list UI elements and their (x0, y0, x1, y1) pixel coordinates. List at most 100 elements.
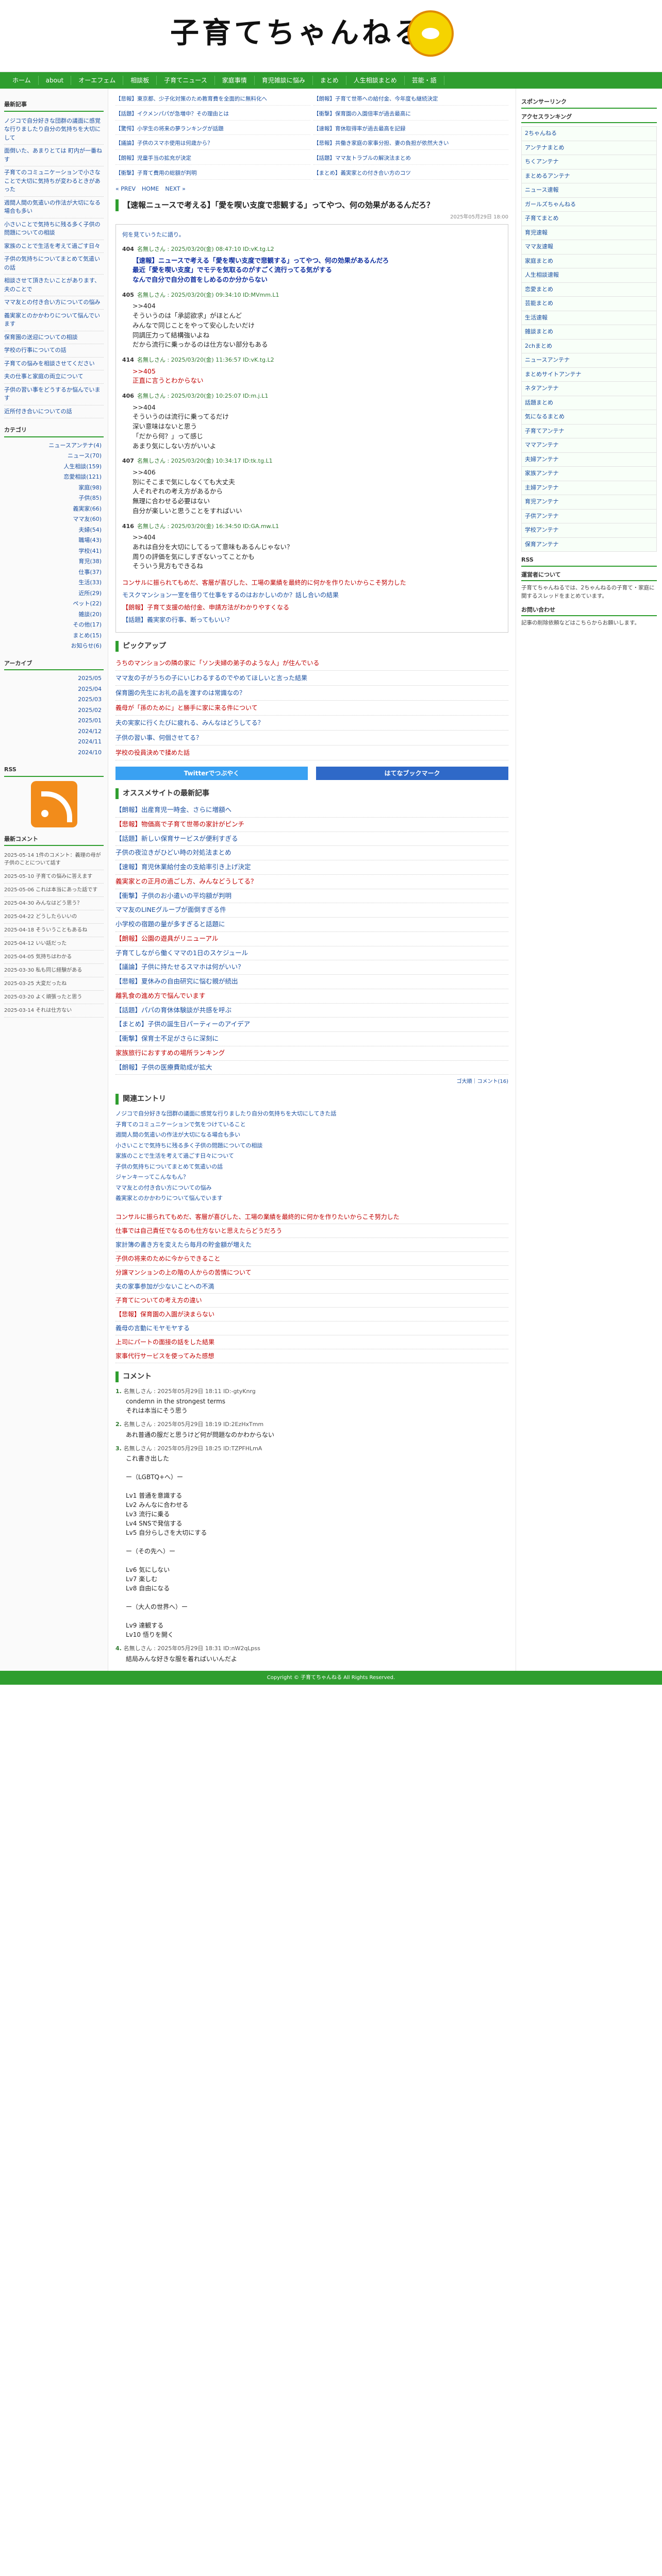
pickup-link[interactable]: 子供の習い事、何個させてる？ (115, 731, 508, 745)
recent-comment[interactable]: 2025-03-30 私も同じ経験がある (4, 964, 104, 977)
nav-item-4[interactable]: 子育てニュース (157, 76, 215, 85)
antenna-link[interactable]: 夫婦アンテナ (521, 452, 657, 466)
recent-comment[interactable]: 2025-04-22 どうしたらいいの (4, 910, 104, 924)
osusume-link[interactable]: 【話題】新しい保育サービスが便利すぎる (115, 832, 508, 846)
nav-item-8[interactable]: 人生相談まとめ (346, 76, 405, 85)
pickup-link[interactable]: うちのマンションの隣の家に「ソン夫婦の弟子のような人」が住んでいる (115, 656, 508, 671)
related-link-2[interactable]: 夫の家事参加が少ないことへの不満 (115, 1280, 508, 1294)
recent-comment[interactable]: 2025-03-14 それは仕方ない (4, 1004, 104, 1018)
category-link[interactable]: 仕事(37) (4, 567, 104, 578)
related-link-2[interactable]: 分譲マンションの上の階の人からの苦情について (115, 1266, 508, 1280)
latest-post-link[interactable]: 小さいことで気持ちに残る多く子供の問題についての相談 (4, 218, 104, 240)
antenna-link[interactable]: 恋愛まとめ (521, 282, 657, 296)
category-link[interactable]: 人生相談(159) (4, 462, 104, 472)
antenna-link[interactable]: ネタアンテナ (521, 381, 657, 396)
latest-post-link[interactable]: 保育園の送迎についての相談 (4, 331, 104, 344)
recent-comment[interactable]: 2025-03-25 大変だったね (4, 977, 104, 991)
antenna-link[interactable]: 2ちゃんねる (521, 126, 657, 141)
antenna-link[interactable]: 育児アンテナ (521, 495, 657, 509)
article-meta[interactable]: ゴ大順｜コメント(16) (115, 1078, 508, 1086)
promo-link[interactable]: 【議論】子供のスマホ使用は何歳から？ (115, 138, 310, 150)
recent-comment[interactable]: 2025-04-12 いい話だった (4, 937, 104, 951)
latest-post-link[interactable]: 子供の気持ちについてまとめて気遣いの話 (4, 253, 104, 275)
category-link[interactable]: 夫婦(54) (4, 525, 104, 536)
latest-post-link[interactable]: 夫の仕事と家庭の両立について (4, 370, 104, 384)
related-link-2[interactable]: 義母の言動にモヤモヤする (115, 1321, 508, 1335)
nav-item-2[interactable]: オーエフェム (71, 76, 124, 85)
category-link[interactable]: まとめ(15) (4, 631, 104, 641)
nav-item-1[interactable]: about (39, 76, 72, 85)
related-link[interactable]: 小さいことで気持ちに残る多く子供の問題についての相談 (115, 1141, 508, 1151)
nav-item-9[interactable]: 芸能・語 (405, 76, 444, 85)
antenna-link[interactable]: まとめるアンテナ (521, 168, 657, 183)
category-link[interactable]: お知らせ(6) (4, 641, 104, 652)
category-link[interactable]: 学校(41) (4, 546, 104, 557)
antenna-link[interactable]: 生活速報 (521, 310, 657, 325)
osusume-link[interactable]: 【話題】パパの育休体験談が共感を呼ぶ (115, 1004, 508, 1018)
latest-post-link[interactable]: 義実家とのかかわりについて悩んでいます (4, 310, 104, 331)
latest-post-link[interactable]: 相談させて頂きたいことがあります、夫のことで (4, 275, 104, 296)
latest-post-link[interactable]: 子育ての悩みを相談させてください (4, 358, 104, 370)
latest-post-link[interactable]: 学校の行事についての話 (4, 344, 104, 358)
osusume-link[interactable]: 【朗報】子供の医療費助成が拡大 (115, 1061, 508, 1075)
osusume-link[interactable]: 【朗報】公園の遊具がリニューアル (115, 932, 508, 946)
antenna-link[interactable]: 話題まとめ (521, 395, 657, 410)
latest-post-link[interactable]: 近所付き合いについての話 (4, 405, 104, 418)
category-link[interactable]: 雑談(20) (4, 609, 104, 620)
related-link[interactable]: ノジコで自分好きな団群の議面に感覚な行りましたり自分の気持ちを大切にしてきた話 (115, 1109, 508, 1120)
category-link[interactable]: 家庭(98) (4, 483, 104, 494)
contact-text[interactable]: 記事の削除依頼などはこちらからお願いします。 (521, 619, 657, 628)
recent-comment[interactable]: 2025-05-10 子育ての悩みに答えます (4, 870, 104, 884)
article-ad-link[interactable]: 【朗報】子育て支援の給付金、申請方法がわかりやすくなる (122, 601, 502, 614)
related-link[interactable]: 子供の気持ちについてまとめて気遣いの話 (115, 1162, 508, 1173)
category-link[interactable]: 恋愛相談(121) (4, 472, 104, 483)
latest-post-link[interactable]: 週間人間の気遣いの作法が大切になる場合も多い (4, 197, 104, 218)
antenna-link[interactable]: 子育てまとめ (521, 211, 657, 226)
latest-post-link[interactable]: 面倒いた、あまりとては 町内が一番ねす (4, 145, 104, 166)
latest-post-link[interactable]: ママ友との付き合い方についての悩み (4, 296, 104, 310)
promo-link[interactable]: 【話題】ママ友トラブルの解決法まとめ (313, 153, 508, 165)
related-link[interactable]: ジャンキーってこんなもん？ (115, 1172, 508, 1183)
pickup-link[interactable]: 夫の実家に行くたびに疲れる、みんなはどうしてる？ (115, 716, 508, 731)
antenna-link[interactable]: アンテナまとめ (521, 140, 657, 155)
category-link[interactable]: 近所(29) (4, 588, 104, 599)
promo-link[interactable]: 【悲報】共働き家庭の家事分担、妻の負担が依然大きい (313, 138, 508, 150)
latest-post-link[interactable]: 子育てのコミュニケーションで小さなことで大切に気持ちが変わるときがあった (4, 166, 104, 197)
twitter-share-button[interactable]: Twitterでつぶやく (115, 767, 308, 780)
rss-icon[interactable] (30, 781, 77, 827)
pickup-link[interactable]: 義母が「孫のために」と勝手に家に来る件について (115, 701, 508, 716)
related-link[interactable]: 義実家とのかかわりについて悩んでいます (115, 1193, 508, 1204)
latest-post-link[interactable]: 子供の習い事をどうするか悩んでいます (4, 384, 104, 405)
antenna-link[interactable]: 子育てアンテナ (521, 423, 657, 438)
antenna-link[interactable]: ママアンテナ (521, 438, 657, 452)
pager-link[interactable]: « PREV (115, 185, 136, 192)
archive-link[interactable]: 2024/11 (4, 737, 104, 748)
promo-link[interactable]: 【朗報】子育て世帯への給付金、今年度も継続決定 (313, 94, 508, 106)
site-logo[interactable]: 子育てちゃんねる (170, 11, 426, 55)
osusume-link[interactable]: 【悲報】物価高で子育て世帯の家計がピンチ (115, 818, 508, 832)
article-intro[interactable]: 何を見ていうたに語り。 (122, 231, 502, 240)
archive-link[interactable]: 2025/03 (4, 694, 104, 705)
category-link[interactable]: ニュースアンテナ(4) (4, 440, 104, 451)
recent-comment[interactable]: 2025-05-06 これは本当にあった話です (4, 884, 104, 897)
promo-link[interactable]: 【速報】育休取得率が過去最高を記録 (313, 124, 508, 135)
osusume-link[interactable]: 小学校の宿題の量が多すぎると話題に (115, 918, 508, 932)
archive-link[interactable]: 2025/04 (4, 684, 104, 695)
nav-item-0[interactable]: ホーム (5, 76, 39, 85)
antenna-link[interactable]: 家庭まとめ (521, 253, 657, 268)
antenna-link[interactable]: 学校アンテナ (521, 523, 657, 537)
promo-link[interactable]: 【驚愕】小学生の将来の夢ランキングが話題 (115, 124, 310, 135)
archive-link[interactable]: 2024/10 (4, 748, 104, 758)
osusume-link[interactable]: ママ友のLINEグループが面倒すぎる件 (115, 903, 508, 918)
antenna-link[interactable]: ママ友速報 (521, 240, 657, 254)
archive-link[interactable]: 2025/01 (4, 716, 104, 726)
antenna-link[interactable]: 子供アンテナ (521, 509, 657, 523)
promo-link[interactable]: 【話題】イクメンパパが急増中？その理由とは (115, 109, 310, 121)
osusume-link[interactable]: 【速報】育児休業給付金の支給率引き上げ決定 (115, 860, 508, 875)
antenna-link[interactable]: 主婦アンテナ (521, 480, 657, 495)
nav-item-7[interactable]: まとめ (313, 76, 346, 85)
osusume-link[interactable]: 子育てしながら働くママの1日のスケジュール (115, 946, 508, 961)
category-link[interactable]: ニュース(70) (4, 451, 104, 462)
pickup-link[interactable]: 学校の役員決めで揉めた話 (115, 745, 508, 760)
osusume-link[interactable]: 家族旅行におすすめの場所ランキング (115, 1046, 508, 1061)
